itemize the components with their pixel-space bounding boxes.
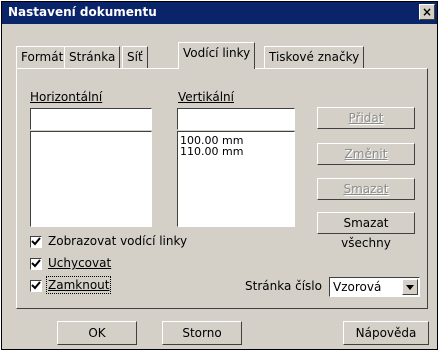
tab-print-marks[interactable]: Tiskové značky xyxy=(264,46,365,68)
title-bar: Nastavení dokumentu × xyxy=(2,2,437,24)
document-settings-dialog: Nastavení dokumentu × Formát Stránka Síť… xyxy=(1,1,438,350)
list-item[interactable]: 110.00 mm xyxy=(178,146,294,157)
horizontal-label: Horizontální xyxy=(30,90,103,104)
snap-label: Uchycovat xyxy=(48,256,112,270)
close-button[interactable]: × xyxy=(419,4,435,20)
chevron-down-icon xyxy=(406,285,414,290)
tab-format[interactable]: Formát xyxy=(16,46,69,68)
check-icon xyxy=(31,281,41,290)
check-icon xyxy=(31,237,41,246)
vertical-list[interactable]: 100.00 mm 110.00 mm xyxy=(177,131,295,227)
change-button[interactable]: Změnit xyxy=(317,143,415,165)
lock-checkbox[interactable] xyxy=(30,280,42,292)
delete-all-button[interactable]: Smazat všechny xyxy=(317,212,415,250)
ok-button[interactable]: OK xyxy=(57,321,137,345)
tab-guides[interactable]: Vodící linky xyxy=(178,42,256,69)
dropdown-button[interactable] xyxy=(402,279,418,295)
snap-checkbox[interactable] xyxy=(30,258,42,270)
dialog-title: Nastavení dokumentu xyxy=(8,5,157,19)
tab-grid[interactable]: Síť xyxy=(122,46,148,68)
vertical-label: Vertikální xyxy=(178,90,234,104)
page-number-select[interactable]: Vzorová xyxy=(329,277,420,297)
page-number-value: Vzorová xyxy=(333,280,382,294)
cancel-button[interactable]: Storno xyxy=(162,321,242,345)
show-guides-checkbox[interactable] xyxy=(30,236,42,248)
vertical-input[interactable] xyxy=(177,108,295,130)
horizontal-list[interactable] xyxy=(30,131,152,227)
page-number-label: Stránka číslo xyxy=(245,279,322,293)
check-icon xyxy=(31,259,41,268)
delete-button[interactable]: Smazat xyxy=(317,178,415,200)
help-button[interactable]: Nápověda xyxy=(343,321,429,345)
tab-page[interactable]: Stránka xyxy=(64,46,121,68)
horizontal-input[interactable] xyxy=(30,108,152,130)
show-guides-label: Zobrazovat vodící linky xyxy=(48,234,188,248)
add-button[interactable]: Přidat xyxy=(317,107,415,129)
lock-label: Zamknout xyxy=(45,276,112,294)
